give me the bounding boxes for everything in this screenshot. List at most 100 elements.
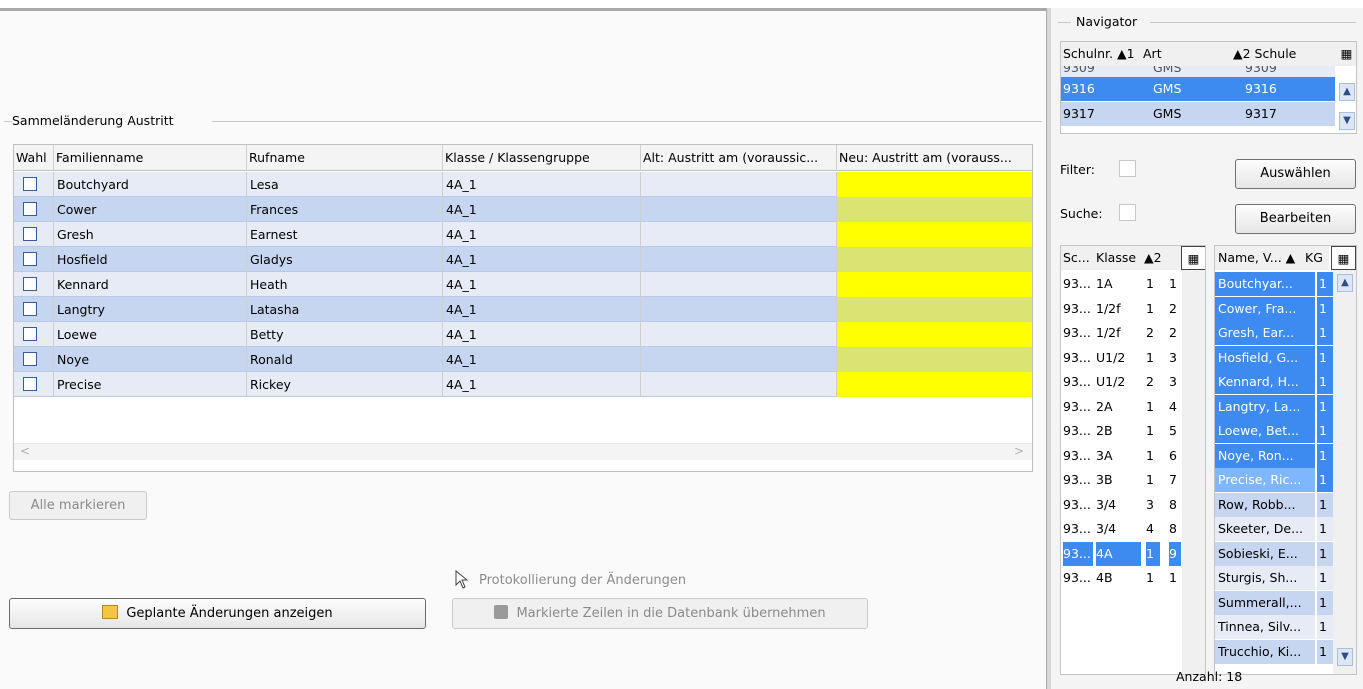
row-checkbox[interactable] [23,227,37,241]
cell-klasse[interactable]: 4A_1 [443,297,641,322]
table-row[interactable]: Kennard Heath 4A_1 [14,272,1032,297]
cell-klasse[interactable]: 4A_1 [443,347,641,372]
table-row[interactable]: Langtry Latasha 4A_1 [14,297,1032,322]
apply-to-database-button[interactable]: Markierte Zeilen in die Datenbank überne… [452,598,868,629]
cell-neu[interactable] [837,347,1032,372]
student-row[interactable]: Trucchio, Ki... 1 [1215,639,1333,664]
col-schule[interactable]: ▲2 Schule [1231,42,1335,66]
student-row[interactable]: Kennard, H... 1 [1215,370,1333,394]
cell-familienname[interactable]: Noye [54,347,247,372]
cell-neu[interactable] [837,272,1032,297]
cell-neu[interactable] [837,247,1032,272]
cell-alt[interactable] [641,347,837,372]
row-checkbox[interactable] [23,302,37,316]
row-checkbox[interactable] [23,202,37,216]
column-chooser-icon[interactable]: ▦ [1181,246,1205,270]
cell-familienname[interactable]: Loewe [54,322,247,347]
student-row[interactable]: Noye, Ron... 1 [1215,443,1333,468]
cell-rufname[interactable]: Lesa [247,172,443,197]
class-row[interactable]: 93... 4A 1 9 [1061,541,1182,566]
school-row[interactable]: 9317 GMS 9317 [1061,102,1335,126]
cell-familienname[interactable]: Gresh [54,222,247,247]
scroll-up-icon[interactable]: ▲ [1337,274,1353,292]
cell-klasse[interactable]: 4A_1 [443,197,641,222]
cell-rufname[interactable]: Rickey [247,372,443,397]
row-checkbox[interactable] [23,377,37,391]
school-row-selected[interactable]: 9316 GMS 9316 [1061,77,1335,101]
cell-alt[interactable] [641,322,837,347]
cell-neu[interactable] [837,197,1032,222]
cell-klasse[interactable]: 4A_1 [443,372,641,397]
row-checkbox[interactable] [23,177,37,191]
table-row[interactable]: Boutchyard Lesa 4A_1 [14,172,1032,197]
class-row[interactable]: 93... U1/2 1 3 [1061,346,1182,370]
bearbeiten-button[interactable]: Bearbeiten [1235,204,1356,234]
col-familienname[interactable]: Familienname [54,145,247,171]
column-chooser-icon[interactable]: ▦ [1335,42,1356,66]
cell-rufname[interactable]: Gladys [247,247,443,272]
scroll-down-icon[interactable]: ▼ [1337,648,1353,666]
table-row[interactable]: Hosfield Gladys 4A_1 [14,247,1032,272]
col-klasse[interactable]: Klasse / Klassengruppe [443,145,641,171]
cell-klasse[interactable]: 4A_1 [443,322,641,347]
class-row[interactable]: 93... 4B 1 1 [1061,566,1182,590]
class-row[interactable]: 93... 2A 1 4 [1061,395,1182,419]
student-row[interactable]: Hosfield, G... 1 [1215,345,1333,370]
cell-alt[interactable] [641,372,837,397]
student-row[interactable]: Sobieski, E... 1 [1215,541,1333,566]
col-art[interactable]: Art [1141,42,1231,66]
cell-neu[interactable] [837,297,1032,322]
show-changes-button[interactable]: Geplante Änderungen anzeigen [9,598,426,629]
cell-rufname[interactable]: Latasha [247,297,443,322]
cell-klasse[interactable]: 4A_1 [443,247,641,272]
class-row[interactable]: 93... 1/2f 2 2 [1061,321,1182,345]
cell-rufname[interactable]: Betty [247,322,443,347]
class-row[interactable]: 93... 1/2f 1 2 [1061,297,1182,321]
col-wahl[interactable]: Wahl [14,145,54,171]
cell-klasse[interactable]: 4A_1 [443,172,641,197]
scroll-left-icon[interactable]: < [20,444,30,458]
scroll-down-icon[interactable]: ▼ [1339,112,1355,130]
horizontal-scrollbar[interactable]: < > [14,443,1032,460]
cell-familienname[interactable]: Kennard [54,272,247,297]
class-row[interactable]: 93... 3/4 4 8 [1061,517,1182,541]
cell-familienname[interactable]: Cower [54,197,247,222]
auswaehlen-button[interactable]: Auswählen [1235,159,1356,189]
col-neu-austritt[interactable]: Neu: Austritt am (vorauss... [837,145,1032,171]
col-name[interactable]: Name, V... ▲ [1215,246,1303,270]
table-row[interactable]: Noye Ronald 4A_1 [14,347,1032,372]
cell-rufname[interactable]: Frances [247,197,443,222]
cell-klasse[interactable]: 4A_1 [443,222,641,247]
scroll-right-icon[interactable]: > [1014,444,1024,458]
cell-alt[interactable] [641,197,837,222]
student-row[interactable]: Row, Robb... 1 [1215,492,1333,517]
cell-familienname[interactable]: Precise [54,372,247,397]
partial-school-row[interactable]: 9309 GMS 9309 [1061,66,1335,77]
student-row[interactable]: Langtry, La... 1 [1215,394,1333,419]
cell-alt[interactable] [641,272,837,297]
student-row[interactable]: Skeeter, De... 1 [1215,517,1333,541]
row-checkbox[interactable] [23,352,37,366]
student-row[interactable]: Precise, Ric... 1 [1215,468,1333,492]
col-klasse-nav[interactable]: Klasse [1094,246,1142,270]
row-checkbox[interactable] [23,252,37,266]
student-row[interactable]: Gresh, Ear... 1 [1215,321,1333,345]
cell-rufname[interactable]: Heath [247,272,443,297]
cell-neu[interactable] [837,372,1032,397]
cell-familienname[interactable]: Boutchyard [54,172,247,197]
student-row[interactable]: Cower, Fra... 1 [1215,296,1333,321]
col-schulnr[interactable]: Schulnr. ▲1 [1061,42,1141,66]
cell-familienname[interactable]: Hosfield [54,247,247,272]
class-row[interactable]: 93... U1/2 2 3 [1061,370,1182,394]
filter-checkbox[interactable] [1119,160,1136,177]
table-row[interactable]: Loewe Betty 4A_1 [14,322,1032,347]
cell-alt[interactable] [641,172,837,197]
class-row[interactable]: 93... 3B 1 7 [1061,468,1182,492]
table-row[interactable]: Precise Rickey 4A_1 [14,372,1032,397]
col-sort2[interactable]: ▲2 [1142,246,1181,270]
student-row[interactable]: Loewe, Bet... 1 [1215,419,1333,443]
class-row[interactable]: 93... 3/4 3 8 [1061,493,1182,517]
col-sc[interactable]: Sc... [1061,246,1094,270]
scroll-up-icon[interactable]: ▲ [1339,83,1355,101]
suche-checkbox[interactable] [1119,204,1136,221]
